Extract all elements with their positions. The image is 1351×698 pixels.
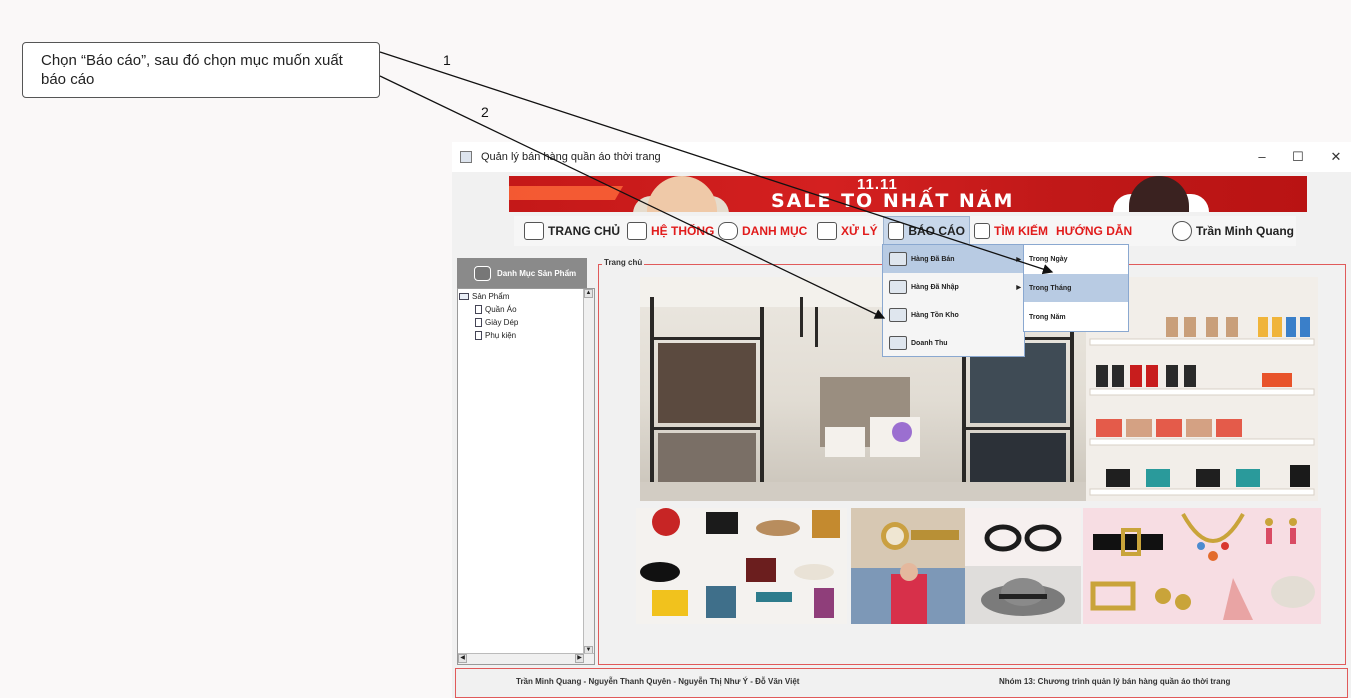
status-footer: Trần Minh Quang - Nguyễn Thanh Quyên - N… — [455, 668, 1348, 698]
jewelry-image — [1083, 508, 1321, 624]
instruction-callout: Chọn “Báo cáo”, sau đó chọn mục muốn xuấ… — [22, 42, 380, 98]
sidebar-header: Danh Mục Sản Phẩm — [457, 258, 587, 288]
window-title: Quản lý bán hàng quần áo thời trang — [481, 151, 661, 163]
menu-report[interactable]: BÁO CÁO — [883, 216, 970, 246]
chevron-right-icon: ▶ — [1016, 256, 1021, 263]
title-bar: Quản lý bán hàng quần áo thời trang – ☐ … — [452, 142, 1351, 172]
banner-model-right-head — [1129, 176, 1189, 212]
menu-item-label: Hàng Đã Bán — [911, 255, 955, 263]
menu-item-label: Hàng Tồn Kho — [911, 311, 959, 319]
menu-guide-label: HƯỚNG DẪN — [1056, 224, 1133, 238]
list-icon — [718, 222, 738, 240]
sale-banner: 11.11 SALE TO NHẤT NĂM — [509, 176, 1307, 212]
scroll-up-icon[interactable]: ▲ — [584, 289, 593, 298]
tree-node-root[interactable]: Sản Phẩm — [459, 292, 509, 301]
menu-item-label: Hàng Đã Nhập — [911, 283, 959, 291]
banner-model-left-head — [647, 176, 717, 212]
tree-node-shoes[interactable]: Giày Dép — [475, 318, 518, 327]
footer-authors: Trần Minh Quang - Nguyễn Thanh Quyên - N… — [516, 677, 800, 686]
app-window: Quản lý bán hàng quần áo thời trang – ☐ … — [452, 142, 1351, 698]
menu-home[interactable]: TRANG CHỦ — [524, 216, 620, 246]
chevron-right-icon: ▶ — [1016, 284, 1021, 291]
report-chart-icon — [888, 222, 905, 240]
monitor-icon — [627, 222, 647, 240]
sidebar-header-label: Danh Mục Sản Phẩm — [497, 268, 577, 278]
menu-item-label: Doanh Thu — [911, 339, 948, 347]
menu-item-sold-goods[interactable]: Hàng Đã Bán ▶ — [883, 245, 1024, 273]
close-button[interactable]: ✕ — [1326, 148, 1346, 166]
main-menu-bar: TRANG CHỦ HỆ THỐNG DANH MỤC XỬ LÝ BÁO CÁ… — [514, 216, 1296, 246]
home-icon — [524, 222, 544, 240]
store-icon — [889, 252, 907, 266]
menu-system-label: HỆ THỐNG — [651, 224, 715, 238]
menu-system[interactable]: HỆ THỐNG — [627, 216, 714, 246]
arrow-label-1: 1 — [443, 52, 451, 68]
product-tree: Sản Phẩm Quần Áo Giày Dép Phụ kiện ▲ ▼ ◀… — [457, 288, 595, 665]
banner-decoration — [509, 186, 624, 200]
menu-guide[interactable]: HƯỚNG DẪN — [1056, 216, 1132, 246]
tree-node-label: Giày Dép — [485, 318, 519, 327]
tree-node-clothes[interactable]: Quần Áo — [475, 305, 517, 314]
tree-horizontal-scrollbar[interactable]: ◀ ▶ — [458, 653, 594, 664]
search-icon — [974, 223, 990, 239]
menu-process[interactable]: XỬ LÝ — [817, 216, 878, 246]
scroll-right-icon[interactable]: ▶ — [575, 654, 584, 663]
tree-node-label: Phụ kiện — [485, 331, 517, 340]
footer-group: Nhóm 13: Chương trình quản lý bán hàng q… — [999, 677, 1231, 686]
glasses-hat-image — [965, 508, 1081, 624]
tree-node-accessories[interactable]: Phụ kiện — [475, 331, 516, 340]
tree-node-label: Quần Áo — [485, 305, 517, 314]
user-avatar-icon — [1172, 221, 1192, 241]
minimize-button[interactable]: – — [1252, 148, 1272, 166]
menu-home-label: TRANG CHỦ — [548, 224, 620, 238]
tree-node-label: Sản Phẩm — [472, 292, 510, 301]
home-panel-title: Trang chủ — [602, 258, 645, 267]
file-icon — [475, 331, 482, 340]
banner-headline: SALE TO NHẤT NĂM — [771, 190, 1015, 212]
folder-icon — [459, 293, 469, 300]
menu-report-label: BÁO CÁO — [908, 224, 965, 238]
file-icon — [475, 318, 482, 327]
submenu-item-year[interactable]: Trong Năm — [1024, 303, 1128, 331]
menu-search-label: TÌM KIẾM — [994, 224, 1048, 238]
menu-item-revenue[interactable]: Doanh Thu — [883, 329, 1024, 357]
file-icon — [475, 305, 482, 314]
menu-catalog[interactable]: DANH MỤC — [718, 216, 807, 246]
menu-item-inventory[interactable]: Hàng Tồn Kho — [883, 301, 1024, 329]
watch-image — [851, 508, 965, 624]
inventory-icon — [889, 308, 907, 322]
accessories-collage-image — [636, 508, 847, 624]
tree-vertical-scrollbar[interactable]: ▲ ▼ — [583, 289, 594, 655]
user-name: Trần Minh Quang — [1196, 224, 1294, 238]
menu-catalog-label: DANH MỤC — [742, 224, 808, 238]
app-icon — [460, 151, 472, 163]
user-account[interactable]: Trần Minh Quang — [1172, 216, 1294, 246]
period-submenu: Trong Ngày Trong Tháng Trong Năm — [1023, 244, 1129, 332]
submenu-item-day[interactable]: Trong Ngày — [1024, 245, 1128, 273]
warehouse-icon — [889, 280, 907, 294]
revenue-chart-icon — [889, 336, 907, 350]
arrow-label-2: 2 — [481, 104, 489, 120]
gear-icon — [817, 222, 837, 240]
menu-item-imported-goods[interactable]: Hàng Đã Nhập ▶ — [883, 273, 1024, 301]
menu-process-label: XỬ LÝ — [841, 224, 878, 238]
scroll-left-icon[interactable]: ◀ — [458, 654, 467, 663]
menu-search[interactable]: TÌM KIẾM — [974, 216, 1048, 246]
maximize-button[interactable]: ☐ — [1288, 148, 1308, 166]
report-dropdown-menu: Hàng Đã Bán ▶ Hàng Đã Nhập ▶ Hàng Tồn Kh… — [882, 244, 1025, 357]
submenu-item-month[interactable]: Trong Tháng — [1024, 274, 1128, 302]
catalog-icon — [474, 265, 491, 281]
